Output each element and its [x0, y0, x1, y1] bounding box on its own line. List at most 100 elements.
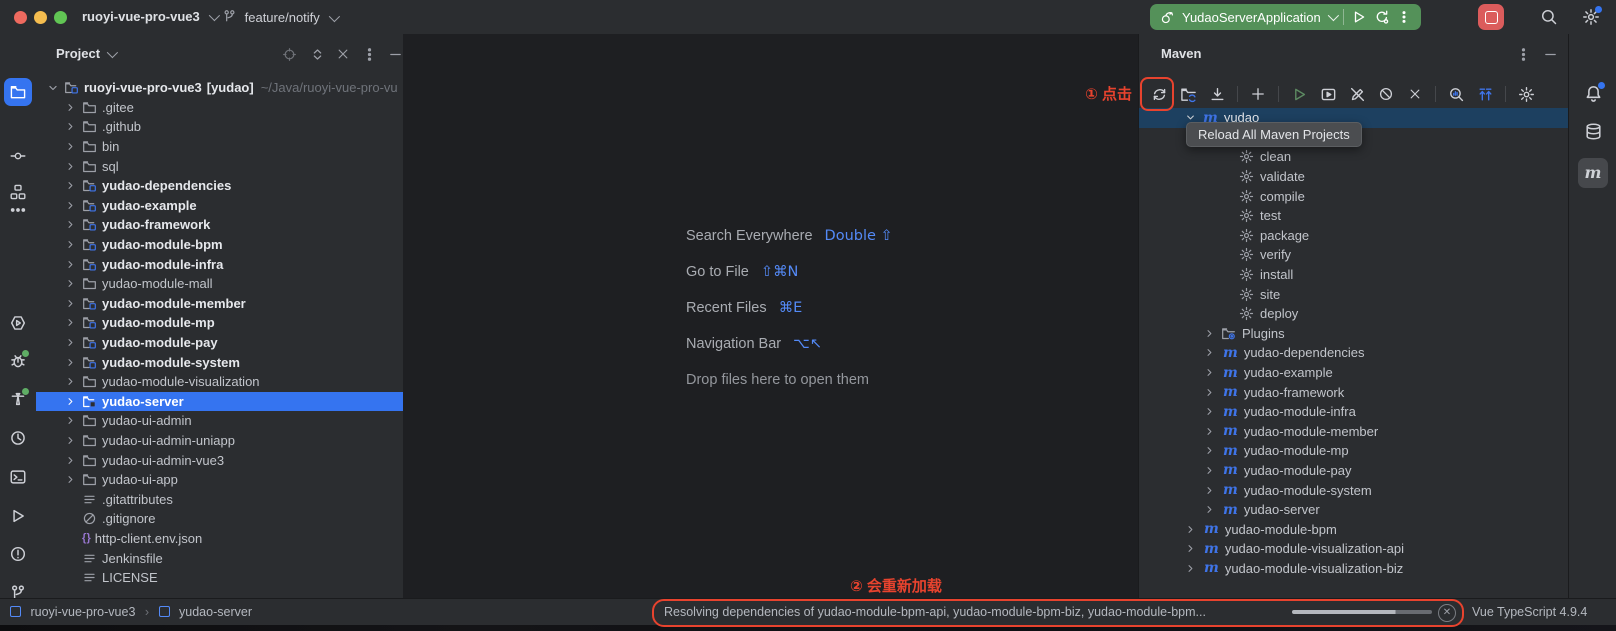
tree-item[interactable]: yudao-module-system — [36, 352, 403, 372]
structure-tool-button structure-icon[interactable] — [10, 184, 27, 201]
maven-goal-item[interactable]: validate — [1139, 167, 1569, 187]
run-tool-button play-icon[interactable] — [9, 507, 27, 525]
tree-item[interactable]: yudao-module-infra — [36, 254, 403, 274]
tree-item-root[interactable]: ruoyi-vue-pro-vue3 [yudao] ~/Java/ruoyi-… — [36, 78, 403, 98]
more-tools-button more-icon[interactable] — [10, 202, 27, 219]
notifications-button[interactable] — [1584, 84, 1603, 103]
tree-item[interactable]: yudao-framework — [36, 215, 403, 235]
maven-module-item[interactable]: myudao-module-pay — [1139, 461, 1569, 481]
rerun-with-services-button[interactable] — [1374, 9, 1390, 25]
editor-area: Search EverywhereDouble ⇧ Go to File⇧⌘N … — [403, 34, 1138, 598]
tree-item[interactable]: { }http-client.env.json — [36, 529, 403, 549]
tree-item[interactable]: yudao-module-visualization — [36, 372, 403, 392]
expand-all-icon[interactable] — [310, 47, 325, 62]
maven-goal-item[interactable]: deploy — [1139, 304, 1569, 324]
tree-item[interactable]: LICENSE — [36, 568, 403, 588]
run-button[interactable] — [1351, 9, 1367, 25]
search-everywhere-icon[interactable] — [1540, 8, 1558, 26]
tree-item[interactable]: .gitignore — [36, 509, 403, 529]
project-tree: ruoyi-vue-pro-vue3 [yudao] ~/Java/ruoyi-… — [36, 78, 403, 587]
maven-module-item[interactable]: myudao-module-visualization-biz — [1139, 559, 1569, 579]
macos-close-button[interactable] — [14, 11, 27, 24]
maven-module-item[interactable]: myudao-module-member — [1139, 422, 1569, 442]
maven-plugins-item[interactable]: Plugins — [1139, 324, 1569, 344]
maven-settings-button gear-icon[interactable] — [1514, 82, 1538, 106]
hide-panel-icon[interactable] — [1543, 47, 1558, 62]
maven-icon: m — [1223, 444, 1238, 458]
execute-maven-goal-button box-play-icon[interactable] — [1316, 82, 1340, 106]
maven-goal-item[interactable]: test — [1139, 206, 1569, 226]
maven-module-item[interactable]: myudao-example — [1139, 363, 1569, 383]
macos-minimize-button[interactable] — [34, 11, 47, 24]
project-tool-button folder-icon[interactable] — [10, 84, 27, 101]
tree-item[interactable]: yudao-module-mall — [36, 274, 403, 294]
terminal-tool-button terminal-icon[interactable] — [9, 468, 27, 486]
maven-module-item[interactable]: myudao-module-bpm — [1139, 519, 1569, 539]
commit-tool-button commit-icon[interactable] — [10, 148, 27, 165]
panel-options-icon[interactable] — [1516, 47, 1531, 62]
database-tool-button database-icon[interactable] — [1584, 122, 1603, 141]
profiler-tool-button[interactable] — [9, 390, 27, 408]
skip-tests-button slashed-pencil-icon[interactable] — [1345, 82, 1369, 106]
maven-module-item[interactable]: myudao-module-system — [1139, 480, 1569, 500]
tree-item[interactable]: bin — [36, 137, 403, 157]
offline-mode-button slashed-circle-icon[interactable] — [1374, 82, 1398, 106]
analyze-dependencies-button magnifier-bars-icon[interactable] — [1444, 82, 1468, 106]
run-configuration-widget[interactable]: YudaoServerApplication — [1150, 4, 1421, 30]
vcs-branch-widget[interactable]: feature/notify — [222, 9, 337, 25]
close-button close-icon[interactable] — [1403, 82, 1427, 106]
hide-panel-icon[interactable] — [388, 47, 403, 62]
stop-button[interactable] — [1478, 4, 1504, 30]
tree-item[interactable]: yudao-ui-admin — [36, 411, 403, 431]
project-switcher[interactable]: ruoyi-vue-pro-vue3 — [82, 9, 217, 24]
maven-module-item[interactable]: myudao-module-mp — [1139, 441, 1569, 461]
maven-module-item[interactable]: myudao-module-visualization-api — [1139, 539, 1569, 559]
tree-item[interactable]: yudao-ui-admin-vue3 — [36, 450, 403, 470]
status-breadcrumb[interactable]: ruoyi-vue-pro-vue3 › yudao-server — [10, 605, 252, 619]
tree-item-selected[interactable]: yudao-server — [36, 392, 403, 412]
tree-item[interactable]: yudao-ui-admin-uniapp — [36, 431, 403, 451]
run-maven-build-button play-icon[interactable] — [1287, 82, 1311, 106]
project-panel-title[interactable]: Project — [56, 46, 115, 61]
chevron-down-icon — [1328, 10, 1339, 21]
tree-item[interactable]: yudao-example — [36, 196, 403, 216]
maven-module-item[interactable]: myudao-module-infra — [1139, 402, 1569, 422]
tree-item[interactable]: yudao-module-member — [36, 294, 403, 314]
maven-goal-item[interactable]: package — [1139, 226, 1569, 246]
settings-button[interactable] — [1582, 8, 1600, 26]
tree-item[interactable]: yudao-module-pay — [36, 333, 403, 353]
tree-item[interactable]: yudao-ui-app — [36, 470, 403, 490]
gear-icon — [1239, 189, 1254, 204]
maven-module-item[interactable]: myudao-framework — [1139, 382, 1569, 402]
services-tool-button services-icon[interactable] — [9, 314, 27, 332]
coverage-tool-button clock-icon[interactable] — [9, 429, 27, 447]
tree-item[interactable]: yudao-dependencies — [36, 176, 403, 196]
maven-goal-item[interactable]: clean — [1139, 147, 1569, 167]
debug-tool-button[interactable] — [9, 352, 27, 370]
maven-module-item[interactable]: myudao-dependencies — [1139, 343, 1569, 363]
tree-item[interactable]: .github — [36, 117, 403, 137]
typescript-version-widget[interactable]: Vue TypeScript 4.9.4 — [1472, 605, 1587, 619]
collapse-all-icon[interactable] — [336, 47, 350, 61]
download-sources-button download-icon[interactable] — [1205, 82, 1229, 106]
tree-item[interactable]: yudao-module-mp — [36, 313, 403, 333]
tree-item[interactable]: .gitee — [36, 98, 403, 118]
tree-item[interactable]: sql — [36, 156, 403, 176]
maven-module-item[interactable]: myudao-server — [1139, 500, 1569, 520]
problems-tool-button warning-icon[interactable] — [9, 545, 27, 563]
more-run-options-button[interactable] — [1397, 10, 1411, 24]
maven-goal-item[interactable]: install — [1139, 265, 1569, 285]
maven-goal-item[interactable]: compile — [1139, 186, 1569, 206]
maven-goal-item[interactable]: verify — [1139, 245, 1569, 265]
panel-options-icon[interactable] — [362, 47, 377, 62]
add-maven-project-button plus-icon[interactable] — [1246, 82, 1270, 106]
tree-item[interactable]: yudao-module-bpm — [36, 235, 403, 255]
maven-tool-button[interactable]: m — [1578, 158, 1608, 188]
maven-goal-item[interactable]: site — [1139, 284, 1569, 304]
dependency-importance-button blue-arrows-icon[interactable] — [1473, 82, 1497, 106]
select-opened-file-icon[interactable] — [282, 47, 297, 62]
tree-item[interactable]: Jenkinsfile — [36, 548, 403, 568]
generate-sources-button folder-sync-icon[interactable] — [1176, 82, 1200, 106]
tree-item[interactable]: .gitattributes — [36, 489, 403, 509]
macos-zoom-button[interactable] — [54, 11, 67, 24]
